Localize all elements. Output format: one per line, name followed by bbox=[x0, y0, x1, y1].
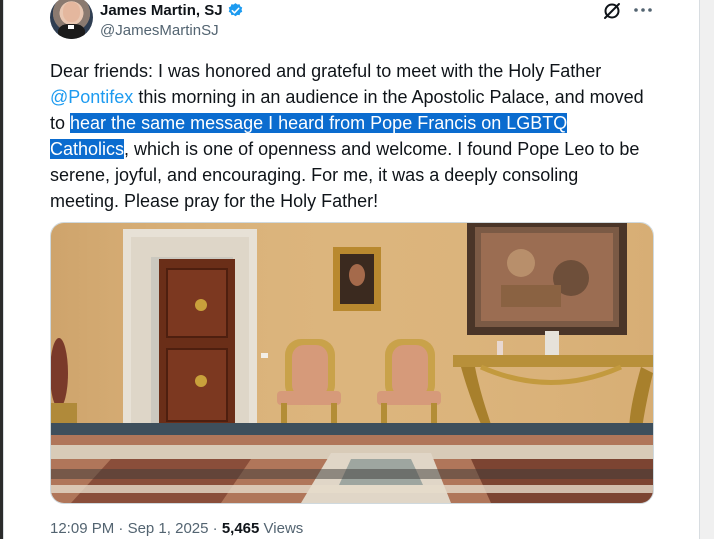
tweet-photo[interactable] bbox=[50, 222, 654, 504]
grok-icon[interactable] bbox=[602, 1, 622, 21]
author-name-row: James Martin, SJ bbox=[100, 2, 244, 19]
scrollbar-track[interactable] bbox=[700, 0, 714, 539]
tweet-date[interactable]: Sep 1, 2025 bbox=[128, 520, 209, 537]
views-label: Views bbox=[263, 520, 304, 537]
mention-link[interactable]: @Pontifex bbox=[50, 87, 133, 107]
tweet-text: Dear friends: I was honored and grateful… bbox=[50, 58, 650, 214]
tweet-text-part3: , which is one of openness and welcome. … bbox=[50, 139, 640, 211]
photo-scene bbox=[51, 223, 653, 503]
tweet-time[interactable]: 12:09 PM bbox=[50, 520, 114, 537]
avatar[interactable] bbox=[50, 0, 93, 39]
author-display-name[interactable]: James Martin, SJ bbox=[100, 2, 223, 19]
author-handle[interactable]: @JamesMartinSJ bbox=[100, 22, 219, 39]
tweet-meta: 12:09 PM · Sep 1, 2025 · 5,465 Views bbox=[50, 520, 303, 537]
verified-badge-icon[interactable] bbox=[227, 2, 244, 19]
meta-separator-1: · bbox=[118, 520, 124, 537]
avatar-face bbox=[63, 2, 80, 22]
avatar-clerical-collar bbox=[68, 25, 74, 29]
tweet-text-part1: Dear friends: I was honored and grateful… bbox=[50, 61, 602, 81]
more-options-icon[interactable] bbox=[632, 0, 654, 20]
views-count[interactable]: 5,465 bbox=[222, 520, 260, 537]
tweet-card[interactable]: James Martin, SJ @JamesMartinSJ Dear fri… bbox=[3, 0, 700, 539]
meta-separator-2: · bbox=[212, 520, 218, 537]
